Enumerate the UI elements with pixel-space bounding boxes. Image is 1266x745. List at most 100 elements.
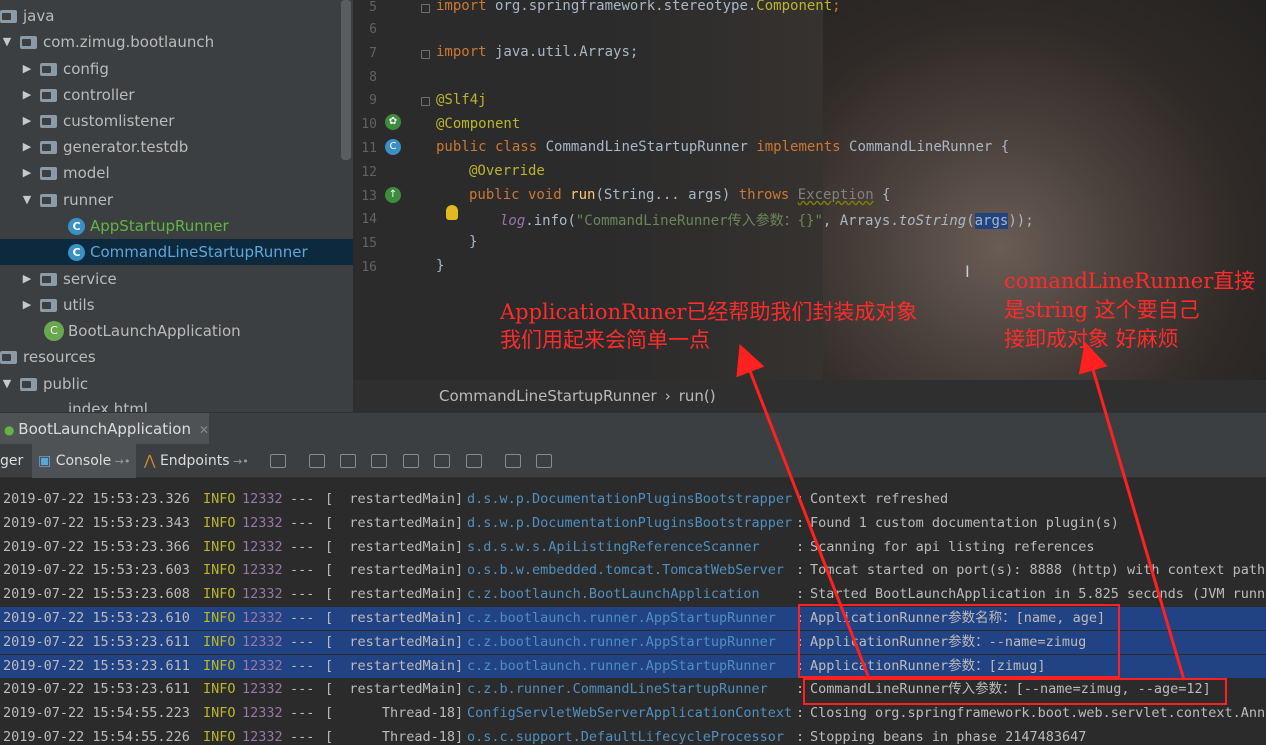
tree-item-controller[interactable]: ▶ controller [20,82,135,108]
code-text: args [974,213,1009,229]
implements-gutter-icon[interactable]: C [385,139,401,155]
drop-frame-icon[interactable] [434,454,450,468]
chevron-right-icon[interactable]: ▶ [20,160,34,186]
log-thread: [ restartedMain] [325,538,464,555]
override-gutter-icon[interactable]: ↑ [385,187,401,203]
class-icon: C [68,243,85,261]
fold-icon[interactable] [421,97,430,106]
log-separator: --- [290,681,315,698]
tree-item-package[interactable]: ▼ com.zimug.bootlaunch [0,29,214,55]
tree-item-customlistener[interactable]: ▶ customlistener [20,108,175,134]
log-separator: --- [290,729,315,745]
run-tab[interactable]: ● BootLaunchApplication ✕ [0,413,210,445]
tree-item-model[interactable]: ▶ model [20,160,110,186]
step-into-icon[interactable] [340,454,356,468]
tree-item-label: com.zimug.bootlaunch [43,33,215,51]
pin-icon: →• [229,455,249,468]
chevron-right-icon[interactable]: ▶ [20,266,34,292]
log-separator: : [796,586,805,603]
code-text: ; [832,0,841,14]
console-log-row: 2019-07-22 15:53:23.343 INFO 12332 --- [ res… [0,512,1266,535]
fold-icon[interactable] [421,4,430,13]
chevron-right-icon[interactable]: ▶ [20,134,34,160]
tree-item-label: BootLaunchApplication [68,322,241,340]
log-logger: ConfigServletWebServerApplicationContext [467,705,793,722]
folder-icon [20,35,37,49]
log-timestamp: 2019-07-22 15:53:23.603 [3,562,190,579]
chevron-right-icon[interactable]: ▶ [20,56,34,82]
log-logger: d.s.w.p.DocumentationPluginsBootstrapper [467,491,793,507]
folder-icon [40,114,57,128]
log-separator: --- [290,514,315,531]
console-icon: ▣ [38,453,56,469]
trace-icon[interactable] [536,454,552,468]
folder-icon [0,9,17,23]
tab-endpoints[interactable]: ⋀ Endpoints →• [144,444,249,478]
line-number: 11 [361,141,377,156]
annotation-text: 接卸成对象 好麻烦 [1004,327,1179,351]
console-log-row: 2019-07-22 15:53:23.603 INFO 12332 --- [ res… [0,559,1266,582]
log-timestamp: 2019-07-22 15:53:23.326 [3,491,190,507]
chevron-down-icon[interactable]: ▼ [0,29,14,55]
tree-item-index-html[interactable]: index.html [68,396,148,412]
log-separator: --- [290,562,315,579]
tab-console[interactable]: ▣ Console →• [32,444,137,478]
code-line-15: } [469,234,478,250]
chevron-right-icon[interactable]: ▶ [20,292,34,318]
tree-item-public[interactable]: ▼ public [0,371,88,397]
folder-icon [40,62,57,76]
log-message: Closing org.springframework.boot.web.ser… [810,705,1266,722]
tree-item-label: utils [63,296,95,314]
keyword: implements [756,139,841,155]
tree-scrollbar[interactable] [341,0,351,160]
chevron-down-icon[interactable]: ▼ [0,371,14,397]
tree-item-java[interactable]: java [0,3,54,29]
tree-item-generator[interactable]: ▶ generator.testdb [20,134,189,160]
step-over-icon[interactable] [309,454,325,468]
tree-item-label: public [43,375,89,393]
tab-debugger[interactable]: ger [0,444,23,478]
tree-item-bootlaunchapplication[interactable]: C BootLaunchApplication [44,318,241,344]
annotation-box [798,604,1120,678]
log-logger: o.s.b.w.embedded.tomcat.TomcatWebServer [467,562,784,579]
chevron-right-icon[interactable]: ▶ [20,108,34,134]
fold-icon[interactable] [421,50,430,59]
annotation-text: 我们用起来会简单一点 [500,328,710,352]
log-timestamp: 2019-07-22 15:53:23.611 [3,657,190,674]
tree-item-appstartuprunner[interactable]: C AppStartupRunner [68,213,229,239]
annotation-text: comandLineRunner直接 [1004,269,1256,293]
line-number: 6 [369,22,377,37]
run-to-cursor-icon[interactable] [466,454,482,468]
tree-item-commandlinestartuprunner[interactable]: C CommandLineStartupRunner [0,239,353,265]
tree-item-config[interactable]: ▶ config [20,56,109,82]
step-out-icon[interactable] [403,454,419,468]
tree-item-service[interactable]: ▶ service [20,266,117,292]
console-log-row: 2019-07-22 15:53:23.608 INFO 12332 --- [ res… [0,583,1266,606]
tree-item-resources[interactable]: resources [0,344,96,370]
breadcrumb-item[interactable]: run() [679,387,716,405]
line-number: 5 [369,0,377,15]
breadcrumb-item[interactable]: CommandLineStartupRunner [439,387,657,405]
evaluate-icon[interactable] [505,454,521,468]
lightbulb-icon[interactable] [446,205,458,220]
tree-item-label: service [63,270,117,288]
chevron-right-icon[interactable]: ▶ [20,82,34,108]
code-line-10: @Component [436,116,521,132]
log-logger: c.z.b.runner.CommandLineStartupRunner [467,681,768,698]
chevron-down-icon[interactable]: ▼ [20,187,34,213]
spring-bean-gutter-icon[interactable]: ✿ [385,114,401,130]
run-tab-label: BootLaunchApplication [18,420,191,438]
log-pid: 12332 [242,514,283,531]
log-separator: : [796,491,805,507]
force-step-into-icon[interactable] [371,454,387,468]
log-timestamp: 2019-07-22 15:53:23.611 [3,681,190,698]
log-thread: [ restartedMain] [325,491,464,507]
annotation-box [803,678,1227,705]
log-thread: [ restartedMain] [325,610,464,626]
log-logger: d.s.w.p.DocumentationPluginsBootstrapper [467,514,793,531]
tree-item-runner[interactable]: ▼ runner [20,187,113,213]
tree-item-utils[interactable]: ▶ utils [20,292,95,318]
restore-layout-icon[interactable] [270,454,286,468]
close-icon[interactable]: ✕ [199,423,209,437]
log-logger: s.d.s.w.s.ApiListingReferenceScanner [467,538,760,555]
